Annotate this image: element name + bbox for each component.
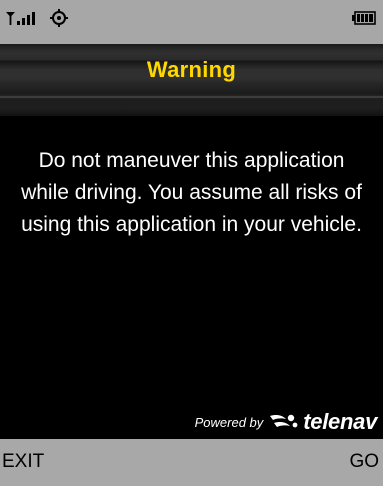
exit-button[interactable]: EXIT xyxy=(2,450,44,474)
warning-message: Do not maneuver this application while d… xyxy=(21,149,362,236)
signal-icon xyxy=(6,12,35,25)
telenav-brand-name: telenav xyxy=(303,409,377,434)
go-button[interactable]: GO xyxy=(349,450,379,474)
powered-by-label: Powered by xyxy=(194,414,264,430)
telenav-logo-icon xyxy=(270,414,298,428)
title-bar: Warning xyxy=(0,44,383,116)
status-bar xyxy=(0,0,383,44)
warning-screen: Warning Do not maneuver this application… xyxy=(0,0,383,486)
powered-by-branding: Powered by telenav xyxy=(194,409,378,435)
softkey-bar: EXIT GO xyxy=(0,439,383,486)
page-title: Warning xyxy=(146,57,237,82)
battery-icon xyxy=(352,11,376,25)
settings-icon xyxy=(50,9,68,27)
